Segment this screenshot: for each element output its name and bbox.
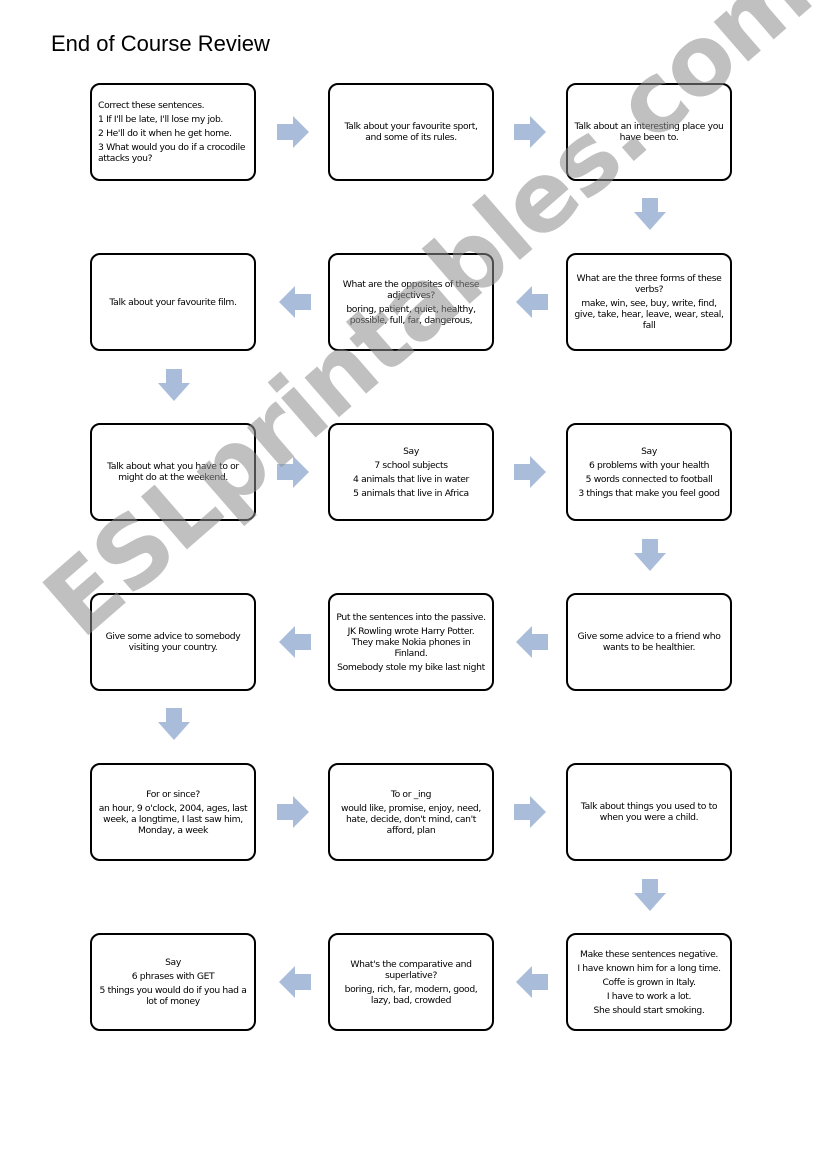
card-line: boring, rich, far, modern, good, lazy, b… xyxy=(344,983,478,1006)
card-line: To or _ing xyxy=(390,788,432,800)
card-line: I have to work a lot. xyxy=(606,990,692,1002)
card-line: Talk about your favourite sport, and som… xyxy=(344,121,478,143)
arrow-down-icon xyxy=(632,196,668,232)
card-11: Put the sentences into the passive. JK Ro… xyxy=(328,593,494,691)
card-line: Give some advice to a friend who wants t… xyxy=(577,631,721,653)
card-line: She should start smoking. xyxy=(593,1004,705,1016)
arrow-left-icon xyxy=(277,964,313,1000)
card-line: Correct these sentences. xyxy=(98,100,205,111)
card-line: 3 What would you do if a crocodile attac… xyxy=(98,142,246,164)
arrow-right-icon xyxy=(275,454,311,490)
card-6: Talk about your favourite film. xyxy=(90,253,256,351)
card-line: Talk about your favourite film. xyxy=(109,296,237,308)
card-line: Coffe is grown in Italy. xyxy=(602,976,696,988)
card-9: Say 6 problems with your health 5 words co… xyxy=(566,423,732,521)
arrow-right-icon xyxy=(512,454,548,490)
card-line: What are the opposites of these adjectiv… xyxy=(342,278,480,301)
card-line: 6 phrases with GET xyxy=(131,971,215,982)
arrow-down-icon xyxy=(632,877,668,913)
arrow-left-icon xyxy=(277,284,313,320)
card-line: an hour, 9 o'clock, 2004, ages, last wee… xyxy=(98,802,248,836)
card-line: What are the three forms of these verbs? xyxy=(576,273,722,295)
card-17: What's the comparative and superlative? b… xyxy=(328,933,494,1031)
card-line: 7 school subjects xyxy=(374,459,448,471)
card-4: What are the three forms of these verbs?… xyxy=(566,253,732,351)
arrow-down-icon xyxy=(156,706,192,742)
card-line: Say xyxy=(165,957,181,968)
card-line: For or since? xyxy=(146,788,200,800)
card-15: Talk about things you used to to when yo… xyxy=(566,763,732,861)
arrow-left-icon xyxy=(514,284,550,320)
card-8: Say 7 school subjects 4 animals that live … xyxy=(328,423,494,521)
card-12: Give some advice to somebody visiting yo… xyxy=(90,593,256,691)
card-18: Say 6 phrases with GET 5 things you would … xyxy=(90,933,256,1031)
arrow-right-icon xyxy=(275,114,311,150)
card-14: To or _ingwould like, promise, enjoy, ne… xyxy=(328,763,494,861)
card-line: I have known him for a long time. xyxy=(577,962,721,974)
arrow-right-icon xyxy=(275,794,311,830)
arrow-left-icon xyxy=(277,624,313,660)
card-line: Say xyxy=(641,445,657,457)
card-line: Talk about an interesting place you have… xyxy=(574,121,724,143)
card-7: Talk about what you have to or might do … xyxy=(90,423,256,521)
card-line: Make these sentences negative. xyxy=(580,948,718,960)
card-line: 5 animals that live in Africa xyxy=(353,487,469,499)
card-line: 5 words connected to football xyxy=(585,473,713,485)
card-16: Make these sentences negative. I have kno… xyxy=(566,933,732,1031)
arrow-down-icon xyxy=(156,367,192,403)
card-line: Somebody stole my bike last night xyxy=(337,661,485,673)
arrow-left-icon xyxy=(514,624,550,660)
card-1: Correct these sentences. 1 If I'll be lat… xyxy=(90,83,256,181)
card-2: Talk about your favourite sport, and som… xyxy=(328,83,494,181)
arrow-right-icon xyxy=(512,114,548,150)
card-line: What's the comparative and superlative? xyxy=(350,958,472,981)
card-line: Say xyxy=(403,445,419,457)
card-line: 6 problems with your health xyxy=(588,459,710,471)
page-title: End of Course Review xyxy=(51,31,270,56)
arrow-right-icon xyxy=(512,794,548,830)
card-3: Talk about an interesting place you have… xyxy=(566,83,732,181)
arrow-down-icon xyxy=(632,537,668,573)
card-line: Put the sentences into the passive. xyxy=(336,611,486,623)
card-line: 5 things you would do if you had a lot o… xyxy=(99,985,247,1007)
card-line: Give some advice to somebody visiting yo… xyxy=(105,631,241,653)
card-line: JK Rowling wrote Harry Potter. They make… xyxy=(347,625,475,659)
card-line: 2 He'll do it when he get home. xyxy=(98,128,232,139)
card-line: 3 things that make you feel good xyxy=(578,487,720,499)
card-13: For or since? an hour, 9 o'clock, 2004, a… xyxy=(90,763,256,861)
card-line: boring, patient, quiet, healthy, possibl… xyxy=(346,303,476,326)
arrow-left-icon xyxy=(514,964,550,1000)
card-10: Give some advice to a friend who wants t… xyxy=(566,593,732,691)
card-line: 4 animals that live in water xyxy=(353,473,469,485)
card-line: Talk about what you have to or might do … xyxy=(107,461,239,483)
card-line: would like, promise, enjoy, need, hate, … xyxy=(341,802,481,836)
card-line: 1 If I'll be late, I'll lose my job. xyxy=(98,114,224,125)
card-5: What are the opposites of these adjectiv… xyxy=(328,253,494,351)
card-line: make, win, see, buy, write, find, give, … xyxy=(574,298,724,331)
card-line: Talk about things you used to to when yo… xyxy=(580,801,718,823)
